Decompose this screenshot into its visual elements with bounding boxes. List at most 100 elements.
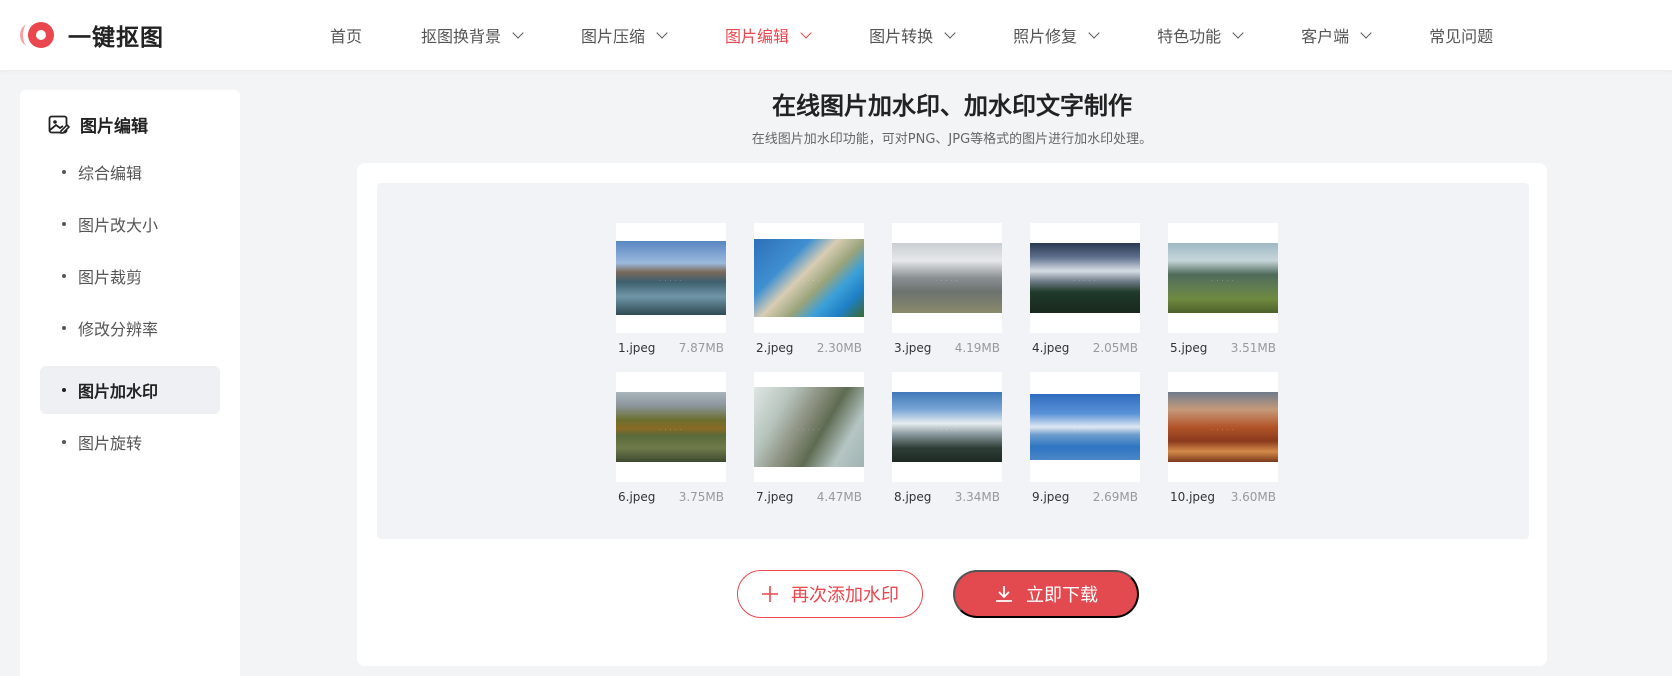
image-card[interactable]: · · · · · 8.jpeg 3.34MB [892,372,1002,504]
sidebar-item-label: 图片裁剪 [78,268,143,287]
chevron-down-icon [512,27,524,39]
nav-item-edit[interactable]: 图片编辑 [725,23,812,47]
file-size: 3.60MB [1230,490,1276,504]
sidebar-item-rotate[interactable]: 图片旋转 [40,418,220,466]
sidebar-item-resolution[interactable]: 修改分辨率 [40,304,220,352]
sidebar-item-resize[interactable]: 图片改大小 [40,200,220,248]
chevron-down-icon [1232,27,1244,39]
file-name: 1.jpeg [618,341,656,355]
logo-icon [20,18,56,52]
main-nav: 首页 抠图换背景 图片压缩 图片编辑 图片转换 照片修复 特色功能 客户端 常见… [330,0,1552,70]
sidebar-item-crop[interactable]: 图片裁剪 [40,252,220,300]
file-size: 3.75MB [678,490,724,504]
page-description: 在线图片加水印功能，可对PNG、JPG等格式的图片进行加水印处理。 [751,132,1153,147]
nav-label: 图片编辑 [725,27,790,46]
nav-item-repair[interactable]: 照片修复 [1013,23,1100,47]
bullet [62,388,66,392]
chevron-down-icon [1088,27,1100,39]
thumbnail-area: · · · · · 1.jpeg 7.87MB · · · · · 2.jpeg 2… [377,183,1529,539]
file-size: 2.05MB [1092,341,1138,355]
file-name: 5.jpeg [1170,341,1208,355]
image-card[interactable]: · · · · · 2.jpeg 2.30MB [754,223,864,355]
chevron-down-icon [1360,27,1372,39]
image-card[interactable]: · · · · · 7.jpeg 4.47MB [754,372,864,504]
thumbnail-image: · · · · · [754,239,864,317]
bullet [62,274,66,278]
image-card[interactable]: · · · · · 9.jpeg 2.69MB [1030,372,1140,504]
image-card[interactable]: · · · · · 10.jpeg 3.60MB [1168,372,1278,504]
nav-item-features[interactable]: 特色功能 [1157,23,1244,47]
nav-label: 特色功能 [1157,27,1222,46]
bullet [62,326,66,330]
thumbnail-frame: · · · · · [754,223,864,333]
nav-item-cutout[interactable]: 抠图换背景 [421,23,524,47]
logo[interactable]: 一键抠图 [20,18,164,52]
file-name: 7.jpeg [756,490,794,504]
add-watermark-again-button[interactable]: 再次添加水印 [737,570,923,618]
nav-label: 客户端 [1301,27,1350,46]
thumbnail-image: · · · · · [1168,243,1278,313]
thumbnail-frame: · · · · · [616,372,726,482]
thumbnail-image: · · · · · [616,241,726,315]
file-size: 4.19MB [954,341,1000,355]
file-name: 8.jpeg [894,490,932,504]
file-name: 3.jpeg [894,341,932,355]
thumbnail-image: · · · · · [1168,392,1278,462]
thumbnail-frame: · · · · · [1168,372,1278,482]
file-size: 2.69MB [1092,490,1138,504]
nav-item-convert[interactable]: 图片转换 [869,23,956,47]
download-label: 立即下载 [1026,585,1098,605]
top-header: 一键抠图 首页 抠图换背景 图片压缩 图片编辑 图片转换 照片修复 特色功能 客… [0,0,1672,70]
file-size: 7.87MB [678,341,724,355]
nav-item-home[interactable]: 首页 [330,23,362,47]
file-name: 2.jpeg [756,341,794,355]
image-card[interactable]: · · · · · 1.jpeg 7.87MB [616,223,726,355]
download-now-button[interactable]: 立即下载 [953,570,1139,618]
sidebar-item-label: 修改分辨率 [78,320,159,339]
add-watermark-label: 再次添加水印 [791,585,899,605]
nav-label: 首页 [330,27,363,46]
file-size: 2.30MB [816,341,862,355]
thumbnail-frame: · · · · · [1030,372,1140,482]
image-card[interactable]: · · · · · 6.jpeg 3.75MB [616,372,726,504]
page-title: 在线图片加水印、加水印文字制作 [772,92,1132,120]
nav-label: 图片转换 [869,27,934,46]
image-edit-icon [48,115,70,134]
thumbnail-frame: · · · · · [1030,223,1140,333]
nav-label: 抠图换背景 [421,27,502,46]
bullet [62,440,66,444]
sidebar-item-watermark[interactable]: 图片加水印 [40,366,220,414]
brand-name: 一键抠图 [68,25,164,51]
nav-item-faq[interactable]: 常见问题 [1429,23,1493,47]
nav-item-client[interactable]: 客户端 [1301,23,1372,47]
file-size: 3.34MB [954,490,1000,504]
sidebar-item-comprehensive-edit[interactable]: 综合编辑 [40,148,220,196]
sidebar-item-label: 图片旋转 [78,434,143,453]
image-card[interactable]: · · · · · 4.jpeg 2.05MB [1030,223,1140,355]
thumbnail-image: · · · · · [616,392,726,462]
file-size: 3.51MB [1230,341,1276,355]
image-card[interactable]: · · · · · 5.jpeg 3.51MB [1168,223,1278,355]
sidebar-item-label: 图片加水印 [78,382,159,401]
file-name: 6.jpeg [618,490,656,504]
sidebar: 图片编辑 综合编辑 图片改大小 图片裁剪 修改分辨率 图片加水印 图片旋转 [20,90,240,676]
thumbnail-image: · · · · · [1030,394,1140,460]
chevron-down-icon [800,27,812,39]
thumbnail-frame: · · · · · [754,372,864,482]
thumbnail-frame: · · · · · [892,223,1002,333]
plus-icon [762,586,778,602]
nav-item-compress[interactable]: 图片压缩 [581,23,668,47]
sidebar-title: 图片编辑 [48,112,148,137]
file-size: 4.47MB [816,490,862,504]
thumbnail-grid: · · · · · 1.jpeg 7.87MB · · · · · 2.jpeg 2… [616,223,1278,504]
sidebar-title-label: 图片编辑 [80,117,148,137]
bullet [62,222,66,226]
thumbnail-image: · · · · · [892,243,1002,313]
image-card[interactable]: · · · · · 3.jpeg 4.19MB [892,223,1002,355]
thumbnail-frame: · · · · · [1168,223,1278,333]
nav-label: 照片修复 [1013,27,1078,46]
thumbnail-frame: · · · · · [892,372,1002,482]
download-icon [996,586,1012,602]
thumbnail-image: · · · · · [1030,243,1140,313]
nav-label: 图片压缩 [581,27,646,46]
